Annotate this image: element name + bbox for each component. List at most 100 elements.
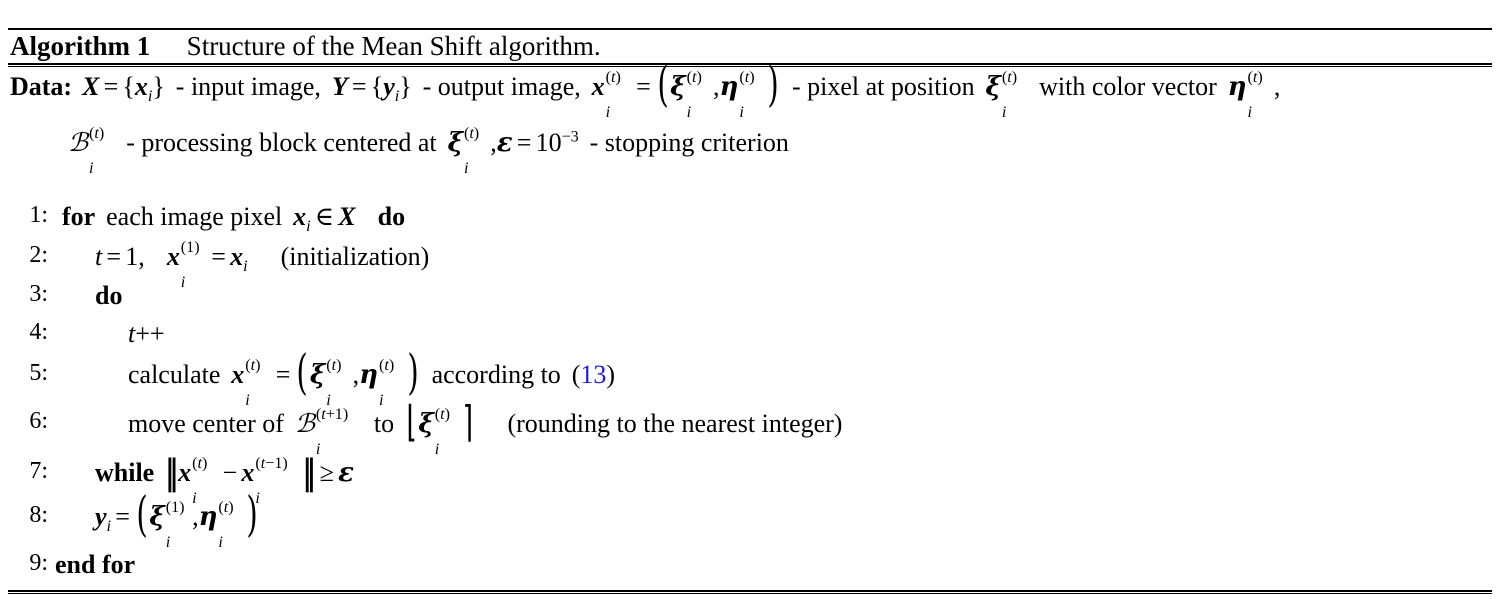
sup-one-2: 1 (334, 405, 343, 423)
sym-lbrace-1: { (122, 72, 135, 101)
sym-epsilon-1: ε (496, 128, 513, 158)
statement-6: move center of ℬ (t+1) i to ⌊ξ (t) i ⌉ (rounding … (128, 399, 842, 459)
sub-i-12: i (243, 258, 248, 276)
sup-t-8-var: t (250, 356, 256, 374)
sym-x-7: x (178, 458, 192, 487)
algo-line-3: 3: do (10, 281, 1498, 319)
sup-t-minus-1: (t−1) (255, 454, 288, 472)
sup-t-8: (t) (245, 356, 261, 374)
sym-eq-4: = (516, 128, 532, 157)
sup-t-12-var: t (197, 454, 202, 472)
sym-eq-5: = (106, 242, 122, 271)
line-number-4: 4: (29, 319, 48, 345)
algo-line-8: 8: yi = (ξ (1) i ,η (t) i) (10, 488, 1498, 551)
output-image-desc: - output image, (422, 72, 581, 101)
sym-xi-6: ξ (149, 502, 165, 532)
algo-line-5: 5: calculate x (t) i = (ξ (t) i ,η (t) i) according… (10, 346, 1498, 409)
sym-eq-8: = (115, 502, 130, 531)
sym-epsilon-2: ε (338, 458, 354, 488)
equation-reference-13[interactable]: 13 (580, 360, 606, 389)
big-rparen-2: ) (407, 345, 419, 402)
line-6-text-start: move center of (128, 409, 284, 438)
sub-i-8: i (88, 160, 94, 178)
sym-geq: ≥ (319, 458, 334, 487)
sup-t-6: (t) (88, 124, 105, 142)
sym-eq-1: = (103, 72, 119, 101)
sup-one-3: 1 (274, 454, 283, 472)
caption-text: Structure of the Mean Shift algorithm. (186, 31, 601, 61)
sub-i-3: i (605, 104, 611, 122)
caption-rule (8, 63, 1492, 67)
sup-one-1: (1) (180, 238, 200, 256)
data-line-1: Data: X = {xi} - input image, Y = {yi} - output … (10, 58, 1281, 121)
sub-i-9: i (463, 160, 469, 178)
sym-y-2: y (95, 502, 107, 531)
line-number-8: 8: (29, 502, 48, 528)
sup-t-11-var: t (440, 405, 445, 423)
sup-t-10: (t) (378, 356, 395, 374)
big-lparen-2: ( (296, 345, 308, 402)
sym-xi-4: ξ (309, 360, 326, 390)
sub-i-6: i (1001, 104, 1007, 122)
line-number-7: 7: (29, 458, 48, 484)
statement-9: end for (55, 550, 135, 580)
line-1-text: each image pixel (106, 202, 283, 231)
algo-line-9: 9: end for (10, 550, 1498, 588)
statement-7: while ‖x (t) i − x (t−1) i ‖ ≥ ε (95, 453, 354, 508)
statement-1: for each image pixel xi ∈ Xdo (62, 202, 405, 236)
keyword-do-2: do (95, 281, 123, 310)
sym-B-2: ℬ (294, 409, 315, 439)
sym-eq-7: = (275, 360, 291, 389)
algorithm-body: Data: X = {xi} - input image, Y = {yi} - output … (10, 58, 1498, 579)
line-2-comment: (initialization) (280, 242, 430, 271)
sym-rbrace-1: } (152, 72, 165, 101)
ref-close-paren: ) (606, 360, 616, 389)
sym-X-2: X (338, 202, 356, 231)
sup-t-2: (t) (686, 68, 702, 86)
big-rparen-3: ) (246, 487, 259, 544)
sup-t-11: (t) (434, 405, 450, 423)
sym-x-4: x (166, 242, 180, 271)
sym-xi-2: ξ (985, 72, 1001, 102)
sup-t-2-var: t (692, 68, 697, 86)
epsilon-value: 10 (535, 128, 562, 157)
sym-eq-2: = (351, 72, 367, 101)
block-desc: - processing block centered at (126, 128, 437, 157)
sup-t-plus-1: (t+1) (315, 405, 349, 423)
sym-plusplus: ++ (135, 319, 165, 348)
sup-t-6-var: t (94, 124, 99, 142)
sup-t-4: (t) (1001, 68, 1018, 86)
sym-eta-2: η (1227, 72, 1247, 102)
data-line-2: ℬ (t) i - processing block centered at ξ (t) i… (68, 124, 789, 178)
sup-t-9-var: t (331, 356, 337, 374)
algo-line-1: 1: for each image pixel xi ∈ Xdo (10, 202, 1498, 242)
statement-4: t++ (128, 319, 165, 349)
sub-i-10: i (306, 218, 311, 236)
sym-x-3: x (293, 202, 307, 231)
sup-t-3: (t) (739, 68, 755, 86)
sym-x-5: x (230, 242, 244, 271)
sup-t-1-var: t (610, 68, 616, 86)
line-number-3: 3: (29, 281, 48, 307)
sym-eta-4: η (198, 502, 218, 532)
statement-5: calculate x (t) i = (ξ (t) i ,η (t) i) according to… (128, 346, 616, 409)
sym-x-6: x (231, 360, 245, 389)
pixel-desc: - pixel at position (791, 72, 975, 101)
keyword-do-1: do (377, 202, 406, 231)
sup-plus: + (325, 405, 335, 423)
sub-i-16: i (315, 441, 321, 459)
sym-comma-trailing: , (1273, 72, 1281, 101)
round-left-bracket: ⌊ (406, 398, 418, 447)
line-6-text-mid: to (373, 409, 395, 438)
sym-X: X (82, 72, 100, 101)
sym-y-1: y (383, 72, 395, 101)
algo-line-6: 6: move center of ℬ (t+1) i to ⌊ξ (t) i ⌉ (roundi… (10, 399, 1498, 459)
line-number-1: 1: (29, 202, 48, 228)
sup-t-10-var: t (384, 356, 389, 374)
sup-t-3-var: t (744, 68, 750, 86)
val-one-1: 1 (125, 242, 139, 271)
sym-xi-5: ξ (418, 409, 434, 439)
norm-bar-open: ‖ (165, 452, 179, 494)
sym-xi-1: ξ (670, 72, 686, 102)
data-keyword: Data: (10, 72, 73, 101)
